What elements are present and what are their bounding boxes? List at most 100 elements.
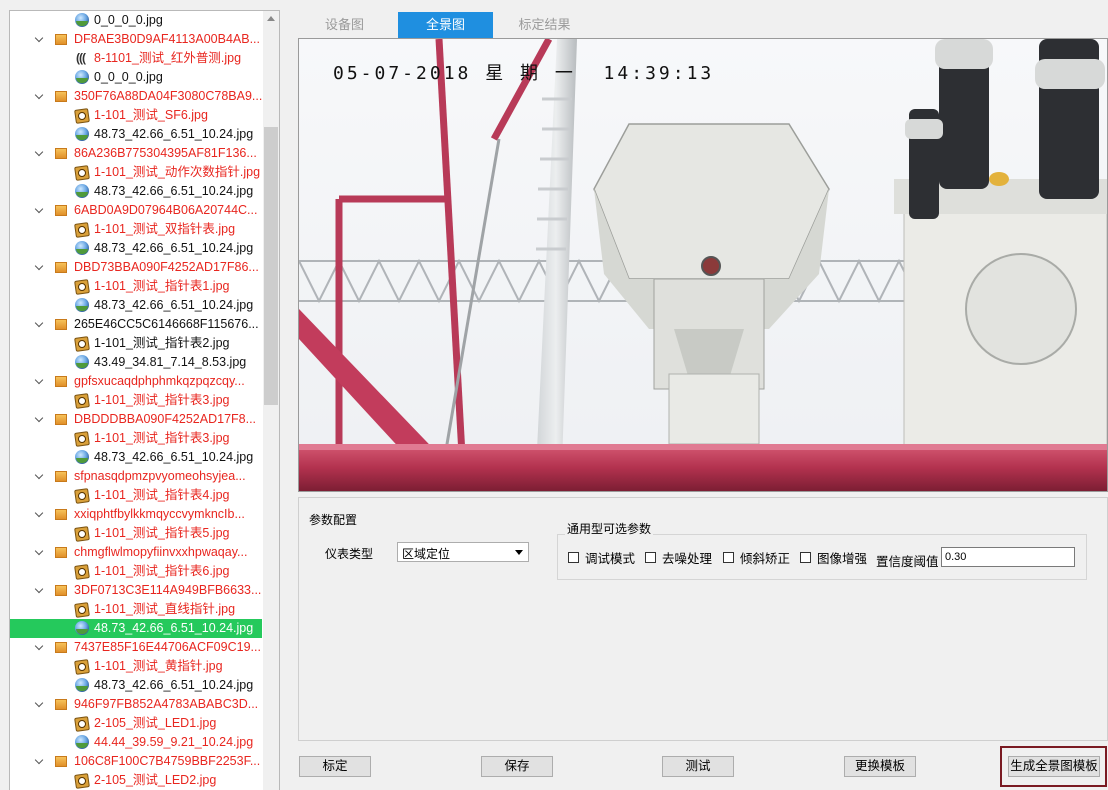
tree-file-row[interactable]: 1-101_测试_指针表2.jpg: [10, 334, 262, 353]
meter-image-icon: [74, 165, 89, 180]
chevron-down-icon[interactable]: [34, 695, 46, 714]
tree-file-row[interactable]: 2-105_测试_LED1.jpg: [10, 714, 262, 733]
tree-group-row[interactable]: DF8AE3B0D9AF4113A00B4AB...: [10, 30, 262, 49]
tree-group-row[interactable]: chmgflwlmopyfiinvxxhpwaqay...: [10, 543, 262, 562]
tree-file-row[interactable]: 48.73_42.66_6.51_10.24.jpg: [10, 239, 262, 258]
checkbox-box[interactable]: [800, 552, 811, 563]
chevron-down-icon[interactable]: [34, 30, 46, 49]
save-button[interactable]: 保存: [481, 756, 553, 777]
chevron-down-icon[interactable]: [34, 87, 46, 106]
checkbox-box[interactable]: [568, 552, 579, 563]
chevron-down-icon[interactable]: [34, 144, 46, 163]
chevron-down-icon[interactable]: [34, 752, 46, 771]
tree-file-row[interactable]: 48.73_42.66_6.51_10.24.jpg: [10, 125, 262, 144]
tree-file-row[interactable]: 1-101_测试_指针表6.jpg: [10, 562, 262, 581]
folder-icon: [55, 205, 67, 216]
tree-file-row[interactable]: 1-101_测试_黄指针.jpg: [10, 657, 262, 676]
chevron-down-icon[interactable]: [34, 201, 46, 220]
tree-file-row[interactable]: 1-101_测试_指针表4.jpg: [10, 486, 262, 505]
folder-icon: [55, 471, 67, 482]
image-enhance-label: 图像增强: [817, 552, 868, 566]
tree-group-row[interactable]: 7437E85F16E44706ACF09C19...: [10, 638, 262, 657]
tree-group-row[interactable]: 350F76A88DA04F3080C78BA9...: [10, 87, 262, 106]
panorama-image-panel[interactable]: 05-07-2018 星 期 一 14:39:13: [298, 38, 1108, 492]
tree-scrollbar[interactable]: [263, 11, 279, 790]
folder-icon: [55, 756, 67, 767]
tree-scrollbar-thumb[interactable]: [264, 127, 278, 405]
tree-item-label: 43.49_34.81_7.14_8.53.jpg: [94, 355, 247, 369]
generate-panorama-template-button[interactable]: 生成全景图模板: [1008, 756, 1100, 777]
replace-template-button[interactable]: 更换模板: [844, 756, 916, 777]
tree-item-label: 1-101_测试_动作次数指针.jpg: [94, 165, 261, 179]
tree-file-row[interactable]: 1-101_测试_指针表5.jpg: [10, 524, 262, 543]
tree-group-row[interactable]: 6ABD0A9D07964B06A20744C...: [10, 201, 262, 220]
tree-file-row[interactable]: 48.73_42.66_6.51_10.24.jpg: [10, 676, 262, 695]
tree-group-row[interactable]: xxiqphtfbylkkmqyccvymkncIb...: [10, 505, 262, 524]
meter-type-select[interactable]: 区域定位: [397, 542, 529, 562]
tree-group-row[interactable]: sfpnasqdpmzpvyomeohsyjea...: [10, 467, 262, 486]
tree-group-row[interactable]: 3DF0713C3E114A949BFB6633...: [10, 581, 262, 600]
tilt-correction-label: 倾斜矫正: [740, 552, 791, 566]
tree-file-row[interactable]: 48.73_42.66_6.51_10.24.jpg: [10, 182, 262, 201]
tree-item-label: 0_0_0_0.jpg: [94, 70, 163, 84]
folder-icon: [55, 585, 67, 596]
tree-file-row[interactable]: 2-105_测试_LED2.jpg: [10, 771, 262, 790]
tree-item-label: 48.73_42.66_6.51_10.24.jpg: [94, 678, 254, 692]
scroll-up-arrow-icon[interactable]: [267, 16, 275, 21]
tree-group-row[interactable]: 946F97FB852A4783ABABC3D...: [10, 695, 262, 714]
tree-file-row[interactable]: 44.44_39.59_9.21_10.24.jpg: [10, 733, 262, 752]
tree-item-label: 7437E85F16E44706ACF09C19...: [74, 640, 261, 654]
tree-item-label: 48.73_42.66_6.51_10.24.jpg: [94, 450, 254, 464]
tree-group-row[interactable]: DBDDDBBA090F4252AD17F8...: [10, 410, 262, 429]
chevron-down-icon[interactable]: [34, 410, 46, 429]
chevron-down-icon[interactable]: [34, 543, 46, 562]
tree-file-row[interactable]: 1-101_测试_双指针表.jpg: [10, 220, 262, 239]
confidence-threshold-input[interactable]: [941, 547, 1075, 567]
tree-group-row[interactable]: 86A236B775304395AF81F136...: [10, 144, 262, 163]
tree-group-row[interactable]: 106C8F100C7B4759BBF2253F...: [10, 752, 262, 771]
chevron-down-icon[interactable]: [34, 372, 46, 391]
tree-file-row[interactable]: 1-101_测试_SF6.jpg: [10, 106, 262, 125]
tree-file-row[interactable]: 48.73_42.66_6.51_10.24.jpg: [10, 296, 262, 315]
tab-device-image[interactable]: 设备图: [297, 12, 392, 38]
tree-item-label: xxiqphtfbylkkmqyccvymkncIb...: [74, 507, 245, 521]
tree-file-row[interactable]: 0_0_0_0.jpg: [10, 68, 262, 87]
folder-icon: [55, 642, 67, 653]
tree-group-row[interactable]: 265E46CC5C6146668F115676...: [10, 315, 262, 334]
meter-image-icon: [74, 773, 89, 788]
tree-file-row[interactable]: 1-101_测试_指针表3.jpg: [10, 429, 262, 448]
tree-file-row[interactable]: 0_0_0_0.jpg: [10, 11, 262, 30]
tree-file-row[interactable]: 1-101_测试_指针表1.jpg: [10, 277, 262, 296]
tab-panorama[interactable]: 全景图: [398, 12, 493, 38]
chevron-down-icon[interactable]: [34, 581, 46, 600]
chevron-down-icon[interactable]: [34, 638, 46, 657]
tree-file-row[interactable]: 48.73_42.66_6.51_10.24.jpg: [10, 448, 262, 467]
tree-file-row[interactable]: 48.73_42.66_6.51_10.24.jpg: [10, 619, 262, 638]
panorama-image-icon: [75, 735, 89, 749]
tree-file-row[interactable]: (((8-1101_测试_红外普测.jpg: [10, 49, 262, 68]
calibrate-button[interactable]: 标定: [299, 756, 371, 777]
test-button[interactable]: 测试: [662, 756, 734, 777]
tree-file-row[interactable]: 43.49_34.81_7.14_8.53.jpg: [10, 353, 262, 372]
panorama-image-icon: [75, 184, 89, 198]
meter-type-value: 区域定位: [402, 547, 451, 561]
tree-group-row[interactable]: gpfsxucaqdphphmkqzpqzcqy...: [10, 372, 262, 391]
tree-file-row[interactable]: 1-101_测试_动作次数指针.jpg: [10, 163, 262, 182]
tree-item-label: 48.73_42.66_6.51_10.24.jpg: [94, 127, 254, 141]
chevron-down-icon[interactable]: [34, 258, 46, 277]
tab-calibration-result[interactable]: 标定结果: [497, 12, 592, 38]
folder-icon: [55, 509, 67, 520]
file-tree[interactable]: 0_0_0_0.jpg DF8AE3B0D9AF4113A00B4AB... (((…: [9, 10, 280, 790]
chevron-down-icon[interactable]: [34, 315, 46, 334]
checkbox-box[interactable]: [723, 552, 734, 563]
tree-item-label: 1-101_测试_指针表3.jpg: [94, 393, 230, 407]
tree-item-label: 1-101_测试_指针表2.jpg: [94, 336, 230, 350]
chevron-down-icon[interactable]: [34, 505, 46, 524]
tree-file-row[interactable]: 1-101_测试_直线指针.jpg: [10, 600, 262, 619]
chevron-down-icon[interactable]: [34, 467, 46, 486]
tree-file-row[interactable]: 1-101_测试_指针表3.jpg: [10, 391, 262, 410]
tree-item-label: 946F97FB852A4783ABABC3D...: [74, 697, 259, 711]
checkbox-box[interactable]: [645, 552, 656, 563]
meter-image-icon: [74, 659, 89, 674]
tree-group-row[interactable]: DBD73BBA090F4252AD17F86...: [10, 258, 262, 277]
